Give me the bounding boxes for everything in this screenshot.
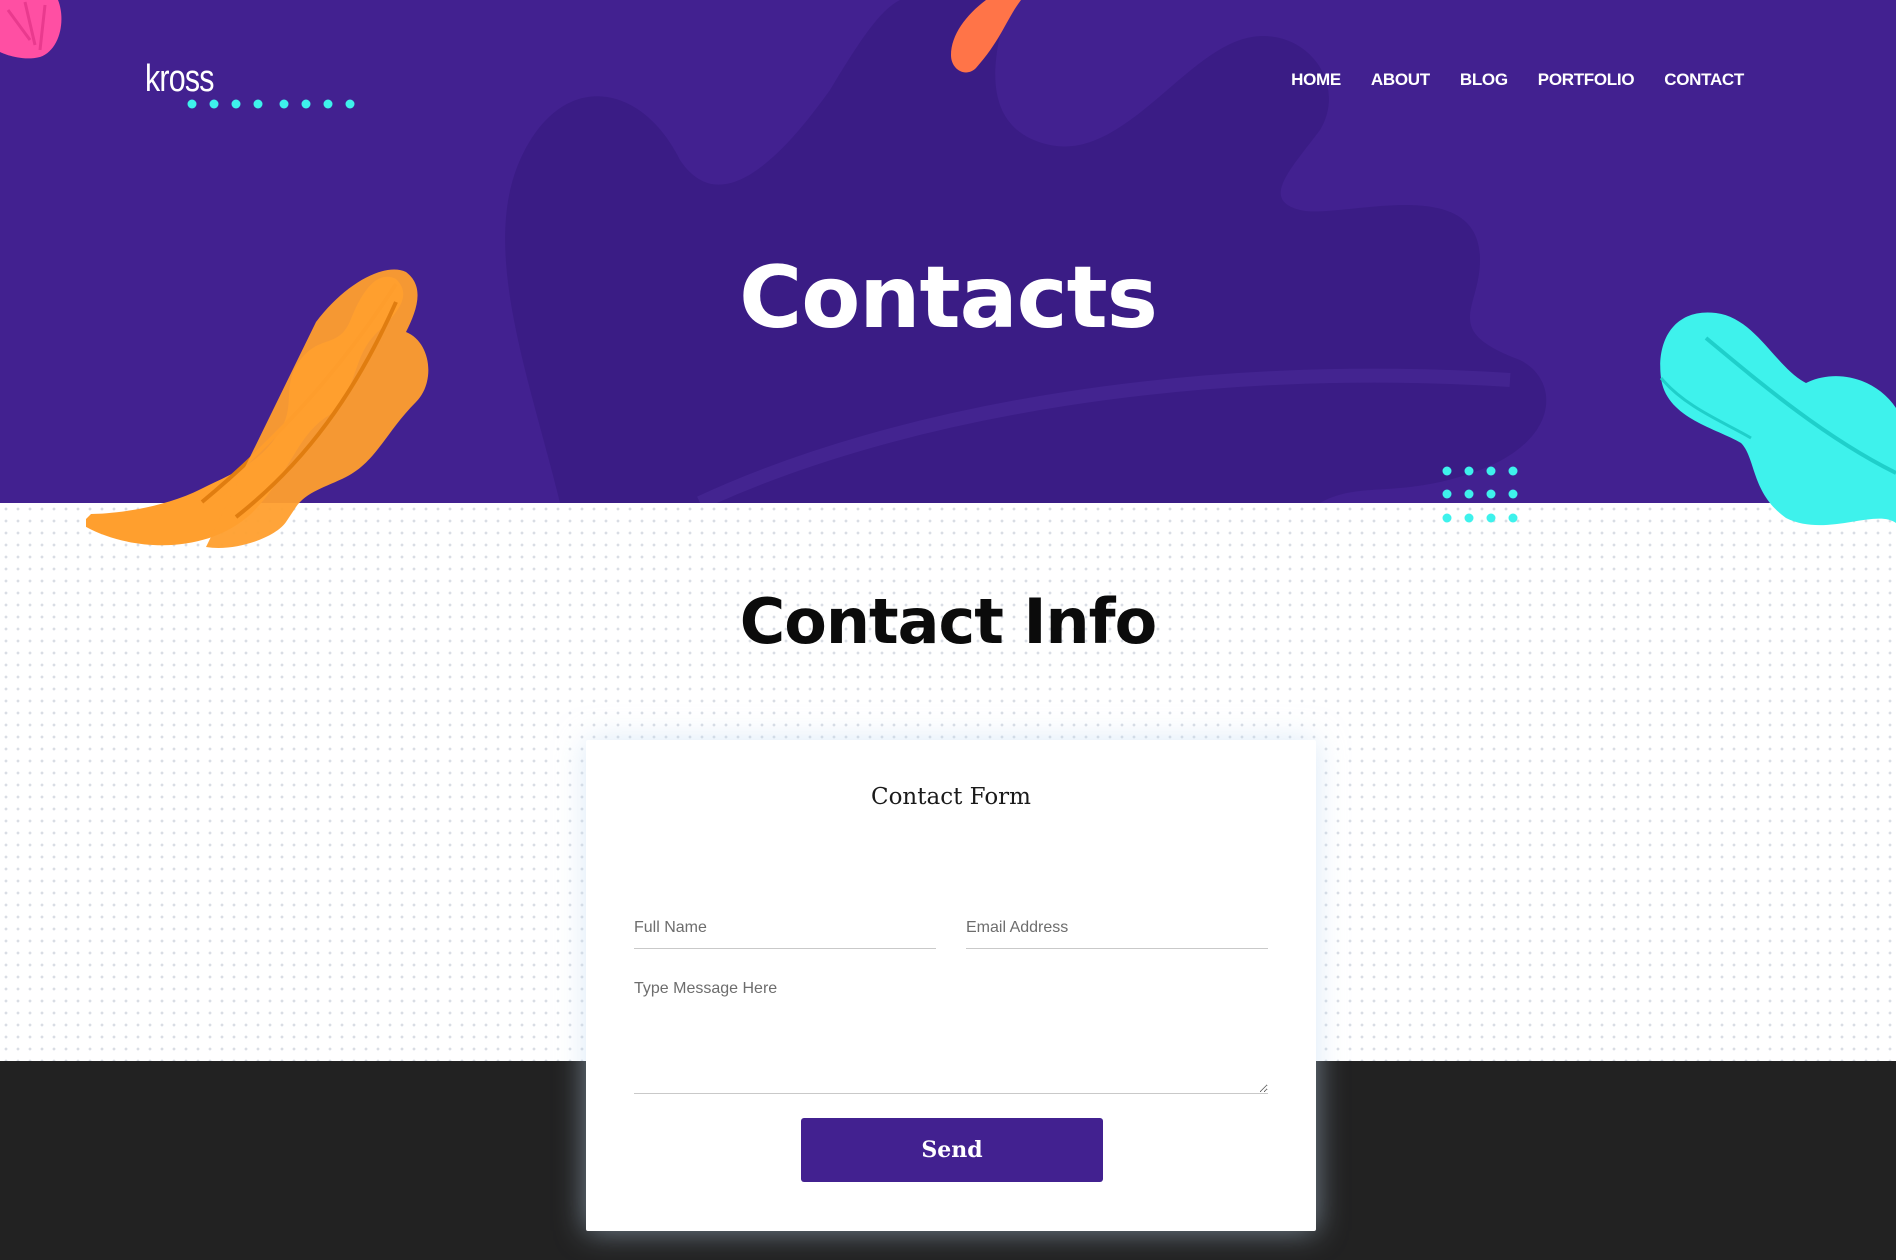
- nav-contact[interactable]: CONTACT: [1664, 70, 1744, 90]
- orange-leaf-decoration: [86, 269, 429, 548]
- email-address-input[interactable]: [966, 908, 1268, 949]
- contact-info-title: Contact Info: [739, 585, 1157, 658]
- coral-leaf-decoration: [951, 0, 1021, 73]
- pink-leaf-decoration: [0, 0, 62, 59]
- nav-blog[interactable]: BLOG: [1460, 70, 1508, 90]
- contact-form-card: Contact Form Send: [586, 740, 1316, 1231]
- cyan-dots-decoration: [1442, 466, 1518, 523]
- nav-home[interactable]: HOME: [1291, 70, 1341, 90]
- logo-dots-decoration: [187, 99, 355, 109]
- contact-form-title: Contact Form: [870, 784, 1031, 810]
- full-name-input[interactable]: [634, 908, 936, 949]
- send-button[interactable]: Send: [801, 1118, 1103, 1182]
- message-textarea[interactable]: [634, 980, 1268, 1094]
- main-navigation: HOME ABOUT BLOG PORTFOLIO CONTACT: [1291, 70, 1744, 90]
- cyan-leaf-decoration: [1659, 312, 1896, 526]
- nav-about[interactable]: ABOUT: [1371, 70, 1430, 90]
- nav-portfolio[interactable]: PORTFOLIO: [1538, 70, 1635, 90]
- kross-logo[interactable]: kross: [145, 58, 214, 101]
